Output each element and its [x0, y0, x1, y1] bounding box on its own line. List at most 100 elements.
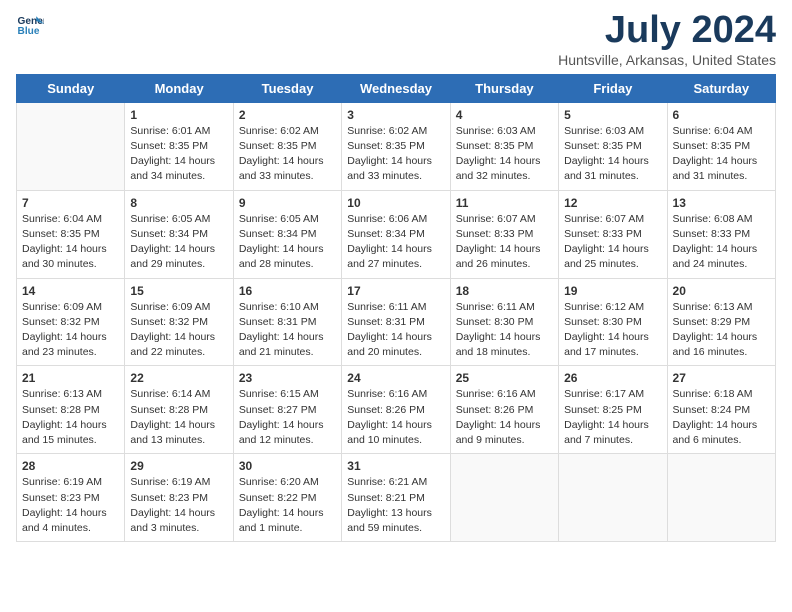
day-info: Sunrise: 6:02 AM Sunset: 8:35 PM Dayligh… — [347, 124, 444, 185]
day-info: Sunrise: 6:01 AM Sunset: 8:35 PM Dayligh… — [130, 124, 227, 185]
day-number: 11 — [456, 196, 553, 210]
day-number: 29 — [130, 459, 227, 473]
day-info: Sunrise: 6:09 AM Sunset: 8:32 PM Dayligh… — [130, 300, 227, 361]
day-cell: 6 Sunrise: 6:04 AM Sunset: 8:35 PM Daylig… — [667, 102, 775, 190]
day-info: Sunrise: 6:09 AM Sunset: 8:32 PM Dayligh… — [22, 300, 119, 361]
day-info: Sunrise: 6:19 AM Sunset: 8:23 PM Dayligh… — [130, 475, 227, 536]
day-info: Sunrise: 6:11 AM Sunset: 8:30 PM Dayligh… — [456, 300, 553, 361]
day-cell: 20 Sunrise: 6:13 AM Sunset: 8:29 PM Dayli… — [667, 278, 775, 366]
day-number: 22 — [130, 371, 227, 385]
day-info: Sunrise: 6:13 AM Sunset: 8:29 PM Dayligh… — [673, 300, 770, 361]
svg-text:Blue: Blue — [18, 26, 40, 37]
day-cell: 3 Sunrise: 6:02 AM Sunset: 8:35 PM Daylig… — [342, 102, 450, 190]
day-cell — [559, 454, 667, 542]
day-number: 10 — [347, 196, 444, 210]
day-info: Sunrise: 6:14 AM Sunset: 8:28 PM Dayligh… — [130, 387, 227, 448]
day-cell: 2Sunrise: 6:02 AM Sunset: 8:35 PM Daylig… — [233, 102, 341, 190]
day-header-saturday: Saturday — [667, 74, 775, 102]
day-number: 18 — [456, 284, 553, 298]
day-info: Sunrise: 6:05 AM Sunset: 8:34 PM Dayligh… — [130, 212, 227, 273]
title-block: July 2024 Huntsville, Arkansas, United S… — [558, 10, 776, 68]
day-header-sunday: Sunday — [17, 74, 125, 102]
day-number: 4 — [456, 108, 553, 122]
day-cell — [17, 102, 125, 190]
day-info: Sunrise: 6:04 AM Sunset: 8:35 PM Dayligh… — [673, 124, 770, 185]
week-row-3: 14 Sunrise: 6:09 AM Sunset: 8:32 PM Dayli… — [17, 278, 776, 366]
day-number: 28 — [22, 459, 119, 473]
day-number: 14 — [22, 284, 119, 298]
day-info: Sunrise: 6:05 AM Sunset: 8:34 PM Dayligh… — [239, 212, 336, 273]
day-info: Sunrise: 6:11 AM Sunset: 8:31 PM Dayligh… — [347, 300, 444, 361]
day-cell: 17 Sunrise: 6:11 AM Sunset: 8:31 PM Dayli… — [342, 278, 450, 366]
day-info: Sunrise: 6:18 AM Sunset: 8:24 PM Dayligh… — [673, 387, 770, 448]
day-cell: 14 Sunrise: 6:09 AM Sunset: 8:32 PM Dayli… — [17, 278, 125, 366]
day-number: 17 — [347, 284, 444, 298]
day-number: 9 — [239, 196, 336, 210]
day-header-thursday: Thursday — [450, 74, 558, 102]
day-cell: 11Sunrise: 6:07 AM Sunset: 8:33 PM Dayli… — [450, 190, 558, 278]
day-cell: 5Sunrise: 6:03 AM Sunset: 8:35 PM Daylig… — [559, 102, 667, 190]
day-header-tuesday: Tuesday — [233, 74, 341, 102]
day-info: Sunrise: 6:04 AM Sunset: 8:35 PM Dayligh… — [22, 212, 119, 273]
day-header-friday: Friday — [559, 74, 667, 102]
day-info: Sunrise: 6:20 AM Sunset: 8:22 PM Dayligh… — [239, 475, 336, 536]
day-number: 31 — [347, 459, 444, 473]
day-number: 1 — [130, 108, 227, 122]
day-cell: 23 Sunrise: 6:15 AM Sunset: 8:27 PM Dayli… — [233, 366, 341, 454]
location-subtitle: Huntsville, Arkansas, United States — [558, 52, 776, 68]
day-info: Sunrise: 6:21 AM Sunset: 8:21 PM Dayligh… — [347, 475, 444, 536]
day-cell: 28 Sunrise: 6:19 AM Sunset: 8:23 PM Dayli… — [17, 454, 125, 542]
day-info: Sunrise: 6:12 AM Sunset: 8:30 PM Dayligh… — [564, 300, 661, 361]
day-cell: 19Sunrise: 6:12 AM Sunset: 8:30 PM Dayli… — [559, 278, 667, 366]
day-number: 24 — [347, 371, 444, 385]
day-number: 6 — [673, 108, 770, 122]
day-info: Sunrise: 6:13 AM Sunset: 8:28 PM Dayligh… — [22, 387, 119, 448]
day-cell: 16Sunrise: 6:10 AM Sunset: 8:31 PM Dayli… — [233, 278, 341, 366]
day-number: 13 — [673, 196, 770, 210]
day-cell: 29 Sunrise: 6:19 AM Sunset: 8:23 PM Dayli… — [125, 454, 233, 542]
day-cell: 31 Sunrise: 6:21 AM Sunset: 8:21 PM Dayli… — [342, 454, 450, 542]
day-info: Sunrise: 6:15 AM Sunset: 8:27 PM Dayligh… — [239, 387, 336, 448]
day-number: 5 — [564, 108, 661, 122]
week-row-1: 1 Sunrise: 6:01 AM Sunset: 8:35 PM Daylig… — [17, 102, 776, 190]
day-header-wednesday: Wednesday — [342, 74, 450, 102]
day-cell: 7 Sunrise: 6:04 AM Sunset: 8:35 PM Daylig… — [17, 190, 125, 278]
week-row-5: 28 Sunrise: 6:19 AM Sunset: 8:23 PM Dayli… — [17, 454, 776, 542]
day-cell: 15Sunrise: 6:09 AM Sunset: 8:32 PM Dayli… — [125, 278, 233, 366]
day-info: Sunrise: 6:02 AM Sunset: 8:35 PM Dayligh… — [239, 124, 336, 185]
logo-icon: General Blue — [16, 10, 44, 38]
day-number: 26 — [564, 371, 661, 385]
day-cell: 21 Sunrise: 6:13 AM Sunset: 8:28 PM Dayli… — [17, 366, 125, 454]
day-cell: 30 Sunrise: 6:20 AM Sunset: 8:22 PM Dayli… — [233, 454, 341, 542]
day-cell: 9 Sunrise: 6:05 AM Sunset: 8:34 PM Daylig… — [233, 190, 341, 278]
logo: General Blue — [16, 10, 44, 38]
day-cell: 22 Sunrise: 6:14 AM Sunset: 8:28 PM Dayli… — [125, 366, 233, 454]
week-row-2: 7 Sunrise: 6:04 AM Sunset: 8:35 PM Daylig… — [17, 190, 776, 278]
day-number: 8 — [130, 196, 227, 210]
day-number: 20 — [673, 284, 770, 298]
day-number: 21 — [22, 371, 119, 385]
day-cell: 18 Sunrise: 6:11 AM Sunset: 8:30 PM Dayli… — [450, 278, 558, 366]
day-number: 23 — [239, 371, 336, 385]
day-header-row: SundayMondayTuesdayWednesdayThursdayFrid… — [17, 74, 776, 102]
day-number: 3 — [347, 108, 444, 122]
day-number: 30 — [239, 459, 336, 473]
calendar-table: SundayMondayTuesdayWednesdayThursdayFrid… — [16, 74, 776, 542]
day-info: Sunrise: 6:19 AM Sunset: 8:23 PM Dayligh… — [22, 475, 119, 536]
day-cell: 10 Sunrise: 6:06 AM Sunset: 8:34 PM Dayli… — [342, 190, 450, 278]
day-info: Sunrise: 6:03 AM Sunset: 8:35 PM Dayligh… — [456, 124, 553, 185]
day-info: Sunrise: 6:16 AM Sunset: 8:26 PM Dayligh… — [456, 387, 553, 448]
day-info: Sunrise: 6:10 AM Sunset: 8:31 PM Dayligh… — [239, 300, 336, 361]
calendar-header: General Blue July 2024 Huntsville, Arkan… — [16, 10, 776, 68]
day-info: Sunrise: 6:17 AM Sunset: 8:25 PM Dayligh… — [564, 387, 661, 448]
day-number: 12 — [564, 196, 661, 210]
day-number: 27 — [673, 371, 770, 385]
day-cell: 12Sunrise: 6:07 AM Sunset: 8:33 PM Dayli… — [559, 190, 667, 278]
day-number: 25 — [456, 371, 553, 385]
day-info: Sunrise: 6:16 AM Sunset: 8:26 PM Dayligh… — [347, 387, 444, 448]
day-info: Sunrise: 6:06 AM Sunset: 8:34 PM Dayligh… — [347, 212, 444, 273]
calendar-container: General Blue July 2024 Huntsville, Arkan… — [0, 0, 792, 558]
month-title: July 2024 — [558, 10, 776, 52]
day-cell: 25 Sunrise: 6:16 AM Sunset: 8:26 PM Dayli… — [450, 366, 558, 454]
day-number: 7 — [22, 196, 119, 210]
